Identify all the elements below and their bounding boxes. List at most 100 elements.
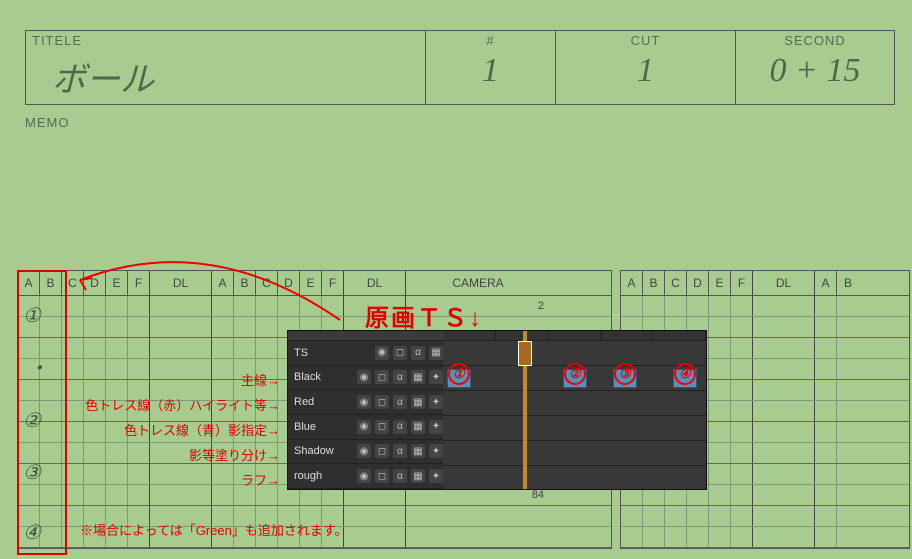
lock-icon[interactable]: ◻ bbox=[375, 469, 389, 483]
r-col-f: F bbox=[731, 271, 753, 295]
fx-icon[interactable]: ▦ bbox=[411, 469, 425, 483]
layer-name: Red bbox=[294, 396, 353, 408]
layer-name: Black bbox=[294, 371, 353, 383]
grid-row: 2 bbox=[18, 296, 611, 317]
alpha-icon[interactable]: α bbox=[393, 395, 407, 409]
timeline-row-red[interactable] bbox=[443, 391, 706, 416]
clip-label-2: ② bbox=[564, 363, 586, 385]
r-col-d: D bbox=[687, 271, 709, 295]
timeline-row-blue[interactable] bbox=[443, 416, 706, 441]
eye-icon[interactable]: ◉ bbox=[357, 395, 371, 409]
r-col-a2: A bbox=[815, 271, 837, 295]
fx-icon[interactable]: ▦ bbox=[411, 444, 425, 458]
eye-icon[interactable]: ◉ bbox=[357, 444, 371, 458]
layers-panel[interactable]: TS ◉ ◻ α ▦ Black ◉ ◻ α ▦ ✦ Red ◉ ◻ α ▦ ✦… bbox=[287, 330, 707, 490]
lock-icon[interactable]: ◻ bbox=[375, 444, 389, 458]
annotation-red: 色トレス線（赤）ハイライト等→ bbox=[80, 395, 280, 414]
col-f: F bbox=[128, 271, 150, 295]
alpha-icon[interactable]: α bbox=[393, 420, 407, 434]
clip-label-1: ① bbox=[448, 363, 470, 385]
fx-icon[interactable]: ▦ bbox=[411, 370, 425, 384]
alpha-icon[interactable]: α bbox=[393, 469, 407, 483]
annotation-rough: ラフ→ bbox=[80, 470, 280, 489]
fx-icon[interactable]: ▦ bbox=[411, 395, 425, 409]
layer-name: Blue bbox=[294, 421, 353, 433]
r-col-b: B bbox=[643, 271, 665, 295]
alpha-icon[interactable]: α bbox=[411, 346, 425, 360]
eye-icon[interactable]: ◉ bbox=[375, 346, 389, 360]
col-d2: D bbox=[278, 271, 300, 295]
lock-icon[interactable]: ◻ bbox=[375, 395, 389, 409]
col-c: C bbox=[62, 271, 84, 295]
header-label-cut: CUT bbox=[562, 33, 729, 48]
layer-name: rough bbox=[294, 470, 353, 482]
lock-icon[interactable]: ◻ bbox=[393, 346, 407, 360]
bulb-icon[interactable]: ✦ bbox=[429, 444, 443, 458]
grid-row bbox=[621, 506, 909, 527]
layer-name: TS bbox=[294, 347, 371, 359]
header-box: TITELE ボール # 1 CUT 1 SECOND 0 + 15 bbox=[25, 30, 895, 105]
r-col-e: E bbox=[709, 271, 731, 295]
r-col-dl: DL bbox=[753, 271, 815, 295]
cell-mark-3: ② bbox=[23, 408, 41, 433]
layer-row-red[interactable]: Red ◉ ◻ α ▦ ✦ bbox=[288, 390, 443, 415]
grid-row bbox=[621, 527, 909, 548]
timeline-row-rough[interactable] bbox=[443, 466, 706, 489]
memo-label: MEMO bbox=[25, 115, 69, 130]
eye-icon[interactable]: ◉ bbox=[357, 420, 371, 434]
annotation-title: 原画ＴＳ↓ bbox=[365, 298, 483, 333]
fx-icon[interactable]: ▦ bbox=[429, 346, 443, 360]
alpha-icon[interactable]: α bbox=[393, 370, 407, 384]
bulb-icon[interactable]: ✦ bbox=[429, 420, 443, 434]
bulb-icon[interactable]: ✦ bbox=[429, 395, 443, 409]
col-c2: C bbox=[256, 271, 278, 295]
timeline-ruler[interactable] bbox=[443, 331, 706, 341]
annotation-black: 主線→ bbox=[80, 370, 280, 389]
eye-icon[interactable]: ◉ bbox=[357, 370, 371, 384]
header-value-title: ボール bbox=[32, 52, 419, 101]
header-label-title: TITELE bbox=[32, 33, 419, 48]
clip-label-3: ③ bbox=[614, 363, 636, 385]
grid-row bbox=[621, 296, 909, 317]
timeline[interactable] bbox=[443, 331, 706, 489]
header-value-cut: 1 bbox=[562, 52, 729, 90]
layer-row-blue[interactable]: Blue ◉ ◻ α ▦ ✦ bbox=[288, 415, 443, 440]
header-label-num: # bbox=[432, 33, 549, 48]
lock-icon[interactable]: ◻ bbox=[375, 420, 389, 434]
cell-mark-2: ・ bbox=[28, 352, 48, 381]
col-a: A bbox=[18, 271, 40, 295]
col-b: B bbox=[40, 271, 62, 295]
col-e2: E bbox=[300, 271, 322, 295]
playhead-handle[interactable] bbox=[518, 341, 532, 366]
layer-row-black[interactable]: Black ◉ ◻ α ▦ ✦ bbox=[288, 366, 443, 391]
header-value-second: 0 + 15 bbox=[742, 52, 888, 90]
bulb-icon[interactable]: ✦ bbox=[429, 469, 443, 483]
r-col-b2: B bbox=[837, 271, 859, 295]
alpha-icon[interactable]: α bbox=[393, 444, 407, 458]
layer-row-shadow[interactable]: Shadow ◉ ◻ α ▦ ✦ bbox=[288, 440, 443, 465]
bulb-icon[interactable]: ✦ bbox=[429, 370, 443, 384]
col-e: E bbox=[106, 271, 128, 295]
header-label-second: SECOND bbox=[742, 33, 888, 48]
cell-mark-5: ④ bbox=[23, 520, 41, 545]
col-d: D bbox=[84, 271, 106, 295]
cell-mark-4: ③ bbox=[23, 460, 41, 485]
timeline-row-shadow[interactable] bbox=[443, 441, 706, 466]
clip-label-4: ④ bbox=[674, 363, 696, 385]
annotation-shadow: 影等塗り分け→ bbox=[80, 445, 280, 464]
col-a2: A bbox=[212, 271, 234, 295]
cell-mark-1: ① bbox=[23, 303, 41, 328]
layers-list: TS ◉ ◻ α ▦ Black ◉ ◻ α ▦ ✦ Red ◉ ◻ α ▦ ✦… bbox=[288, 331, 443, 489]
lock-icon[interactable]: ◻ bbox=[375, 370, 389, 384]
annotation-blue: 色トレス線（青）影指定→ bbox=[80, 420, 280, 439]
col-dl-2: DL bbox=[344, 271, 406, 295]
col-f2: F bbox=[322, 271, 344, 295]
layer-row-ts[interactable]: TS ◉ ◻ α ▦ bbox=[288, 341, 443, 366]
col-b2: B bbox=[234, 271, 256, 295]
fx-icon[interactable]: ▦ bbox=[411, 420, 425, 434]
header-value-num: 1 bbox=[432, 52, 549, 90]
layer-row-rough[interactable]: rough ◉ ◻ α ▦ ✦ bbox=[288, 464, 443, 489]
r-col-a: A bbox=[621, 271, 643, 295]
r-col-c: C bbox=[665, 271, 687, 295]
eye-icon[interactable]: ◉ bbox=[357, 469, 371, 483]
